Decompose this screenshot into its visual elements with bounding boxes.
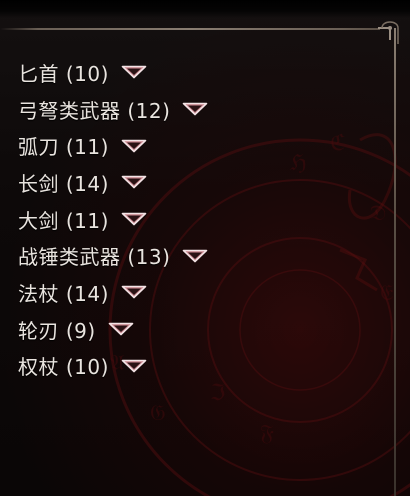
weapon-category-greatsword[interactable]: 大剑 (11) <box>18 201 208 238</box>
svg-text:ℑ: ℑ <box>210 381 225 406</box>
weapon-category-label: 轮刃 (9) <box>18 318 96 343</box>
svg-text:ℭ: ℭ <box>330 131 345 156</box>
svg-text:𝔈: 𝔈 <box>380 281 394 306</box>
weapon-category-longsword[interactable]: 长剑 (14) <box>18 164 208 201</box>
weapon-category-warhammer[interactable]: 战锤类武器 (13) <box>18 237 208 274</box>
dropdown-caret-icon[interactable] <box>182 249 208 263</box>
weapon-category-label: 长剑 (14) <box>18 171 109 196</box>
dropdown-caret-icon[interactable] <box>121 139 147 153</box>
weapon-category-label: 权杖 (10) <box>18 355 109 380</box>
weapon-category-chakram[interactable]: 轮刃 (9) <box>18 311 208 348</box>
dropdown-caret-icon[interactable] <box>121 359 147 373</box>
weapon-category-label: 弧刀 (11) <box>18 135 109 160</box>
frame-top-shadow <box>0 0 410 18</box>
weapon-category-label: 战锤类武器 (13) <box>18 245 171 270</box>
dropdown-caret-icon[interactable] <box>108 322 134 336</box>
weapon-category-label: 大剑 (11) <box>18 208 109 233</box>
dropdown-caret-icon[interactable] <box>121 65 147 79</box>
weapon-category-dagger[interactable]: 匕首 (10) <box>18 54 208 91</box>
weapon-category-crossbow[interactable]: 弓弩类武器 (12) <box>18 91 208 128</box>
weapon-category-staff[interactable]: 法杖 (14) <box>18 274 208 311</box>
frame-top-border <box>0 28 380 30</box>
dropdown-caret-icon[interactable] <box>121 212 147 226</box>
weapon-category-label: 弓弩类武器 (12) <box>18 98 171 123</box>
weapon-category-scepter[interactable]: 权杖 (10) <box>18 348 208 385</box>
weapon-category-label: 法杖 (14) <box>18 281 109 306</box>
svg-text:ℌ: ℌ <box>290 151 307 176</box>
weapon-category-list: 匕首 (10) 弓弩类武器 (12) 弧刀 (11) 长剑 (14) 大剑 (1… <box>18 54 208 384</box>
svg-text:𝔊: 𝔊 <box>150 401 166 426</box>
weapon-category-label: 匕首 (10) <box>18 61 109 86</box>
weapon-category-curved-blade[interactable]: 弧刀 (11) <box>18 127 208 164</box>
dropdown-caret-icon[interactable] <box>121 285 147 299</box>
svg-text:𝔉: 𝔉 <box>260 421 274 446</box>
frame-right-border <box>394 28 396 496</box>
dropdown-caret-icon[interactable] <box>182 102 208 116</box>
frame-corner-ornament <box>378 21 399 44</box>
dropdown-caret-icon[interactable] <box>121 175 147 189</box>
weapon-category-panel: ℭ 𝔇 ℌ 𝔊 ℑ 𝔉 𝔄 𝔈 匕首 (10) 弓弩类武器 (12) 弧刀 (1… <box>0 0 410 496</box>
